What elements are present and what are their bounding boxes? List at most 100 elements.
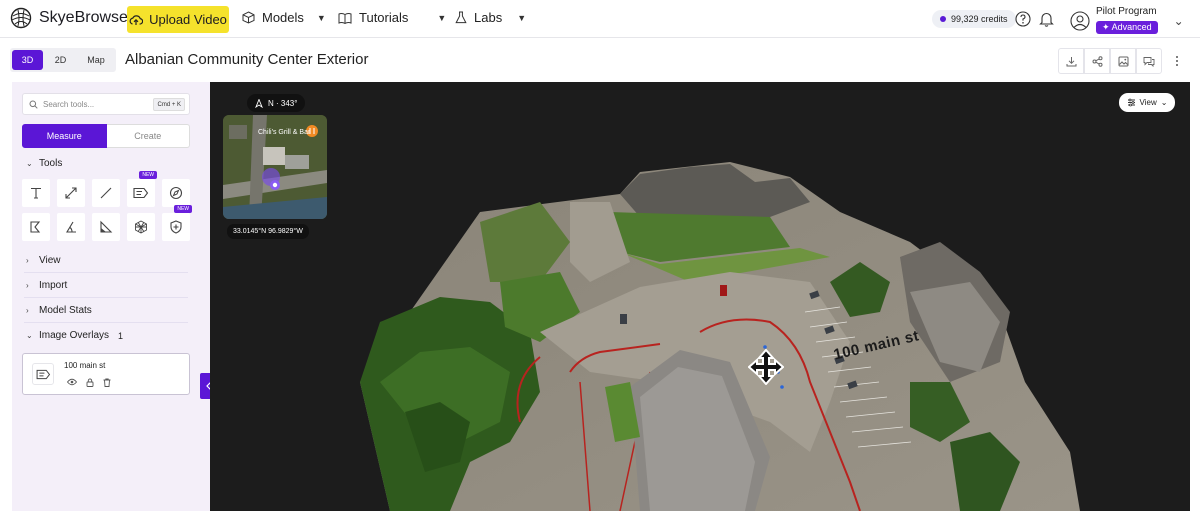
model-toolbar: 3D 2D Map Albanian Community Center Exte… bbox=[0, 38, 1200, 82]
divider bbox=[24, 297, 188, 298]
app-logo[interactable]: SkyeBrowse bbox=[10, 7, 128, 29]
overlay-thumbnail bbox=[32, 363, 54, 385]
nav-tutorials[interactable]: Tutorials ▼ bbox=[338, 10, 446, 25]
tool-angle[interactable] bbox=[57, 213, 85, 241]
model-actions bbox=[1058, 48, 1162, 74]
tool-search-input[interactable] bbox=[43, 99, 143, 109]
sidebar-mode-tabs: Measure Create bbox=[22, 124, 190, 148]
user-profile-menu[interactable]: Pilot Program ✦ Advanced ⌄ bbox=[1070, 6, 1184, 35]
overlay-name: 100 main st bbox=[64, 361, 106, 370]
bell-icon[interactable] bbox=[1039, 11, 1054, 27]
section-image-overlays[interactable]: ⌄ Image Overlays 1 bbox=[26, 330, 123, 341]
compass-value: N · 343° bbox=[268, 98, 298, 108]
mesh-cube-icon bbox=[135, 220, 147, 234]
shield-plus-icon bbox=[170, 220, 182, 234]
eye-icon[interactable] bbox=[67, 378, 77, 386]
tab-create[interactable]: Create bbox=[106, 124, 190, 148]
upload-video-button[interactable]: Upload Video bbox=[127, 6, 229, 33]
nav-tutorials-label: Tutorials bbox=[359, 10, 409, 25]
mode-tab-3d[interactable]: 3D bbox=[12, 50, 43, 70]
tool-volume[interactable] bbox=[127, 213, 155, 241]
nav-labs-label: Labs bbox=[474, 10, 503, 25]
cloud-upload-icon bbox=[129, 14, 144, 25]
model-title: Albanian Community Center Exterior bbox=[125, 51, 369, 68]
search-icon bbox=[29, 100, 38, 109]
lock-icon[interactable] bbox=[86, 378, 94, 387]
view-options-button[interactable]: View ⌄ bbox=[1119, 93, 1175, 112]
line-icon bbox=[100, 187, 112, 199]
sliders-icon bbox=[1127, 98, 1135, 107]
section-image-overlays-label: Image Overlays bbox=[39, 330, 110, 341]
compass-heading[interactable]: N · 343° bbox=[247, 94, 306, 112]
help-icon[interactable] bbox=[1015, 11, 1031, 27]
move-gizmo-icon[interactable] bbox=[748, 349, 784, 385]
image-button[interactable] bbox=[1110, 48, 1136, 74]
model-3d-viewport[interactable]: N · 343° Chili's Grill & Bar 33.0145°N 9… bbox=[210, 82, 1190, 511]
text-icon bbox=[31, 187, 41, 199]
divider bbox=[24, 322, 188, 323]
plan-badge: ✦ Advanced bbox=[1096, 21, 1158, 34]
top-navigation-bar: SkyeBrowse Upload Video Models ▼ Tutoria… bbox=[0, 0, 1200, 38]
tool-height[interactable] bbox=[92, 213, 120, 241]
chevron-down-icon: ⌄ bbox=[1173, 13, 1184, 28]
right-triangle-icon bbox=[100, 220, 113, 233]
chevron-down-icon: ⌄ bbox=[26, 331, 33, 340]
north-arrow-icon bbox=[255, 98, 263, 108]
polygon-corner-icon bbox=[30, 221, 41, 233]
app-name: SkyeBrowse bbox=[39, 9, 128, 26]
compass-check-icon bbox=[169, 186, 183, 200]
download-icon bbox=[1066, 56, 1076, 66]
minimap-place-label: Chili's Grill & Bar bbox=[258, 129, 311, 136]
tool-area[interactable] bbox=[22, 213, 50, 241]
tool-shield[interactable]: NEW bbox=[162, 205, 192, 241]
section-model-stats[interactable]: › Model Stats bbox=[26, 305, 92, 316]
point-cloud-model bbox=[360, 162, 1080, 511]
tool-text[interactable] bbox=[22, 179, 50, 207]
tool-search[interactable]: Cmd + K bbox=[22, 93, 190, 115]
share-button[interactable] bbox=[1084, 48, 1110, 74]
image-overlay-item[interactable]: 100 main st bbox=[22, 353, 190, 395]
tab-measure[interactable]: Measure bbox=[22, 124, 107, 148]
new-badge: NEW bbox=[139, 171, 157, 179]
download-button[interactable] bbox=[1058, 48, 1084, 74]
comments-button[interactable] bbox=[1136, 48, 1162, 74]
tool-distance[interactable] bbox=[57, 179, 85, 207]
arrow-line-icon bbox=[65, 187, 77, 199]
user-name: Pilot Program bbox=[1096, 6, 1157, 17]
chevron-right-icon: › bbox=[26, 281, 29, 290]
search-shortcut: Cmd + K bbox=[153, 98, 185, 111]
location-minimap[interactable]: Chili's Grill & Bar bbox=[223, 115, 327, 219]
section-tools[interactable]: ⌄ Tools bbox=[26, 158, 62, 169]
caret-down-icon: ▼ bbox=[437, 12, 447, 23]
credits-badge[interactable]: 99,329 credits bbox=[932, 10, 1016, 28]
divider bbox=[24, 272, 188, 273]
trash-icon[interactable] bbox=[103, 378, 111, 387]
tool-line[interactable] bbox=[92, 179, 120, 207]
label-tag-icon bbox=[36, 369, 50, 379]
tool-compass[interactable] bbox=[162, 179, 190, 207]
more-options-button[interactable] bbox=[1170, 48, 1184, 74]
flask-icon bbox=[455, 11, 467, 24]
section-model-stats-label: Model Stats bbox=[39, 305, 92, 316]
image-overlays-count: 1 bbox=[118, 330, 124, 341]
nav-models[interactable]: Models ▼ bbox=[242, 10, 326, 25]
plan-star-icon: ✦ bbox=[1102, 22, 1110, 32]
user-avatar-icon bbox=[1070, 10, 1090, 31]
chevron-right-icon: › bbox=[26, 306, 29, 315]
credits-dot-icon bbox=[940, 16, 946, 22]
book-icon bbox=[338, 12, 352, 24]
section-view[interactable]: › View bbox=[26, 255, 61, 266]
chevron-right-icon: › bbox=[26, 256, 29, 265]
section-import-label: Import bbox=[39, 280, 68, 291]
tool-label[interactable]: NEW bbox=[127, 171, 157, 207]
section-import[interactable]: › Import bbox=[26, 280, 67, 291]
new-badge: NEW bbox=[174, 205, 192, 213]
mode-tab-2d[interactable]: 2D bbox=[45, 50, 76, 70]
nav-labs[interactable]: Labs ▼ bbox=[455, 10, 526, 25]
nav-models-label: Models bbox=[262, 10, 304, 25]
more-vertical-icon bbox=[1176, 56, 1178, 66]
view-options-label: View bbox=[1139, 98, 1157, 107]
comments-icon bbox=[1143, 56, 1155, 67]
cube-icon bbox=[242, 11, 255, 24]
mode-tab-map[interactable]: Map bbox=[78, 50, 114, 70]
